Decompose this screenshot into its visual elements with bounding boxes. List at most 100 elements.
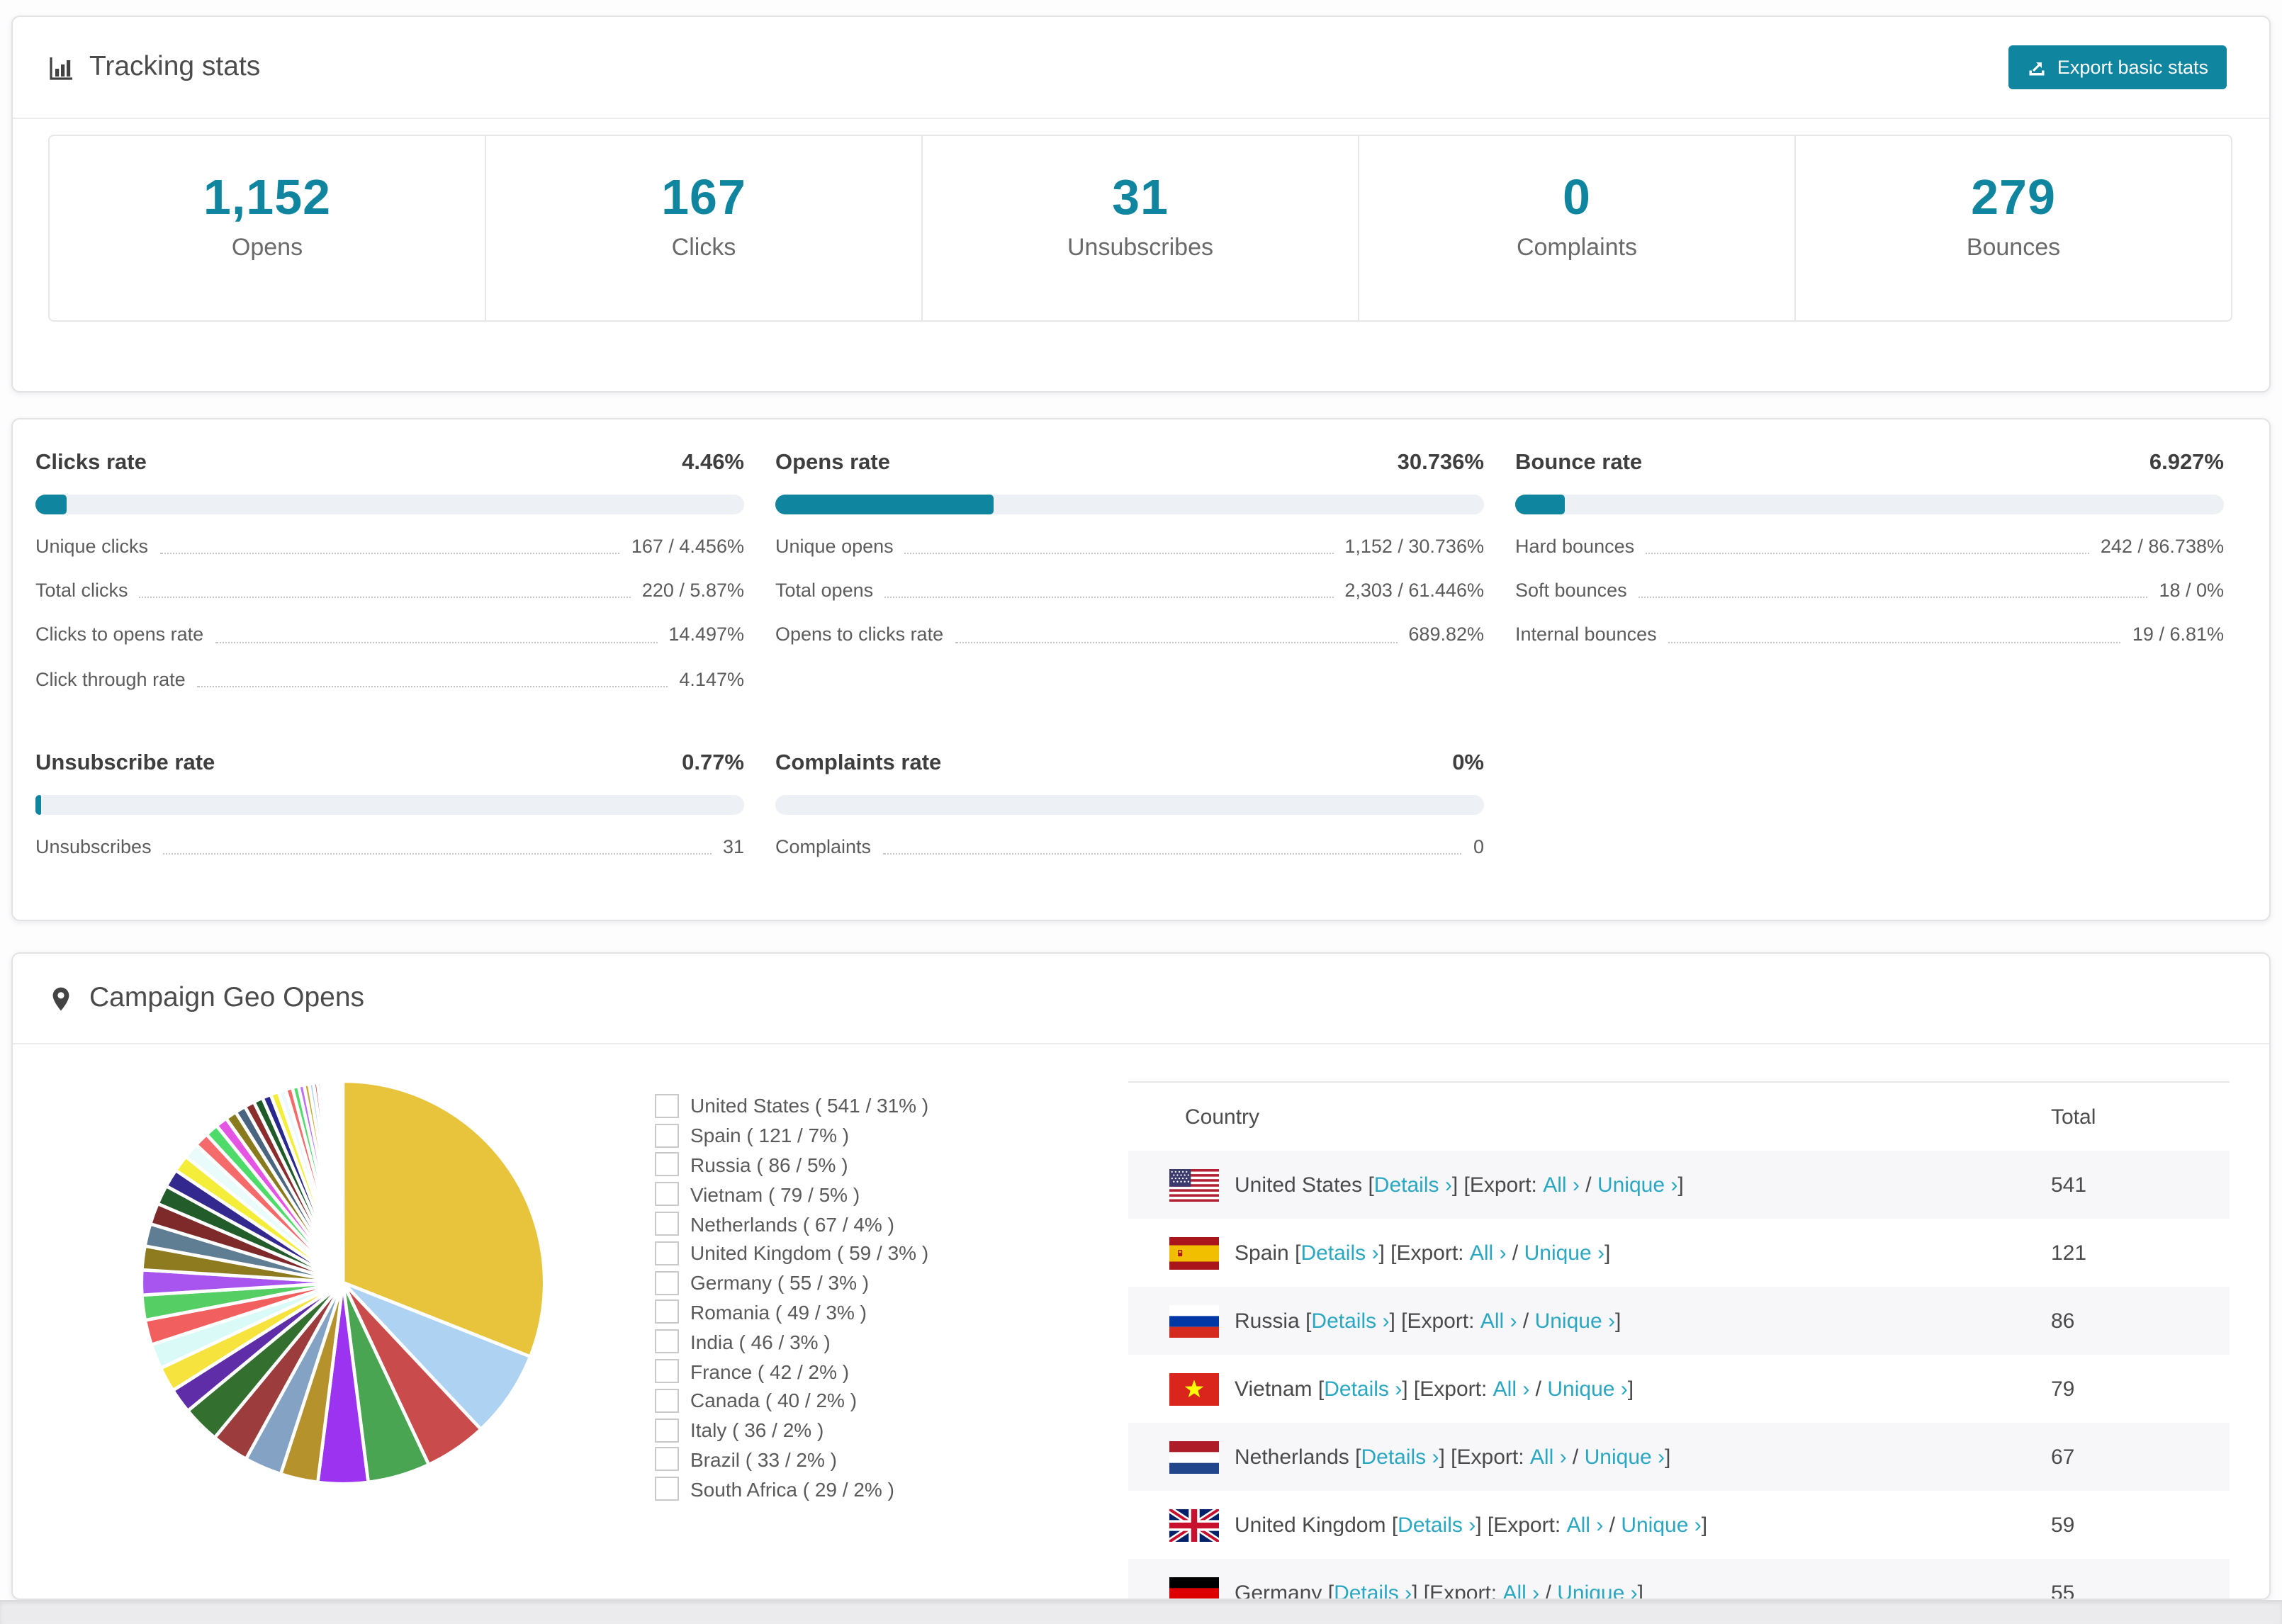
legend-swatch	[655, 1182, 679, 1207]
total-value: 55	[2051, 1581, 2075, 1600]
progress-fill-opens	[775, 495, 994, 514]
geo-legend: United States ( 541 / 31% ) Spain ( 121 …	[655, 1091, 928, 1504]
total-value: 79	[2051, 1377, 2075, 1401]
stat-value-bounces: 279	[1971, 170, 2056, 225]
rate-row-value: 14.497%	[668, 624, 744, 645]
bracket: [	[1317, 1377, 1325, 1401]
country-flag-vn	[1169, 1372, 1219, 1405]
country-name: Spain	[1235, 1241, 1295, 1265]
table-row-vn: Vietnam [Details ›] [Export: All › / Uni…	[1128, 1355, 2230, 1423]
export-all-link[interactable]: All ›	[1493, 1377, 1530, 1401]
details-link[interactable]: Details ›	[1398, 1513, 1476, 1537]
progress-bar-bounce	[1515, 495, 2224, 514]
details-link[interactable]: Details ›	[1334, 1581, 1412, 1598]
rate-row-value: 19 / 6.81%	[2132, 624, 2224, 645]
export-basic-stats-button[interactable]: Export basic stats	[2008, 45, 2227, 89]
rate-title: Bounce rate	[1515, 451, 1643, 475]
legend-swatch	[655, 1359, 679, 1384]
rate-row-value: 18 / 0%	[2159, 580, 2224, 602]
rate-row-value: 0	[1473, 835, 1484, 857]
export-unique-link[interactable]: Unique ›	[1597, 1173, 1677, 1197]
export-unique-link[interactable]: Unique ›	[1621, 1513, 1701, 1537]
total-value: 121	[2051, 1241, 2087, 1265]
slash: /	[1566, 1445, 1585, 1469]
legend-item: Canada ( 40 / 2% )	[655, 1386, 928, 1416]
leader-line	[1668, 641, 2121, 643]
country-flag-us	[1169, 1168, 1219, 1201]
legend-label: Spain ( 121 / 7% )	[690, 1124, 850, 1147]
leader-line	[139, 597, 631, 599]
legend-swatch	[655, 1123, 679, 1148]
rate-percentage: 4.46%	[682, 451, 744, 475]
leader-line	[955, 641, 1398, 643]
geo-table-body: United States [Details ›] [Export: All ›…	[1128, 1151, 2230, 1600]
details-link[interactable]: Details ›	[1311, 1309, 1389, 1333]
export-all-link[interactable]: All ›	[1480, 1309, 1517, 1333]
page-bottom-band	[0, 1600, 2282, 1624]
bracket: ]	[1614, 1309, 1621, 1333]
stat-cell-unsubscribes: 31 Unsubscribes	[923, 136, 1359, 320]
progress-fill-bounce	[1515, 495, 1565, 514]
details-link[interactable]: Details ›	[1300, 1241, 1378, 1265]
rate-row: Complaints 0	[775, 836, 1484, 859]
export-unique-link[interactable]: Unique ›	[1524, 1241, 1604, 1265]
total-column-header: Total	[2051, 1105, 2096, 1129]
details-link[interactable]: Details ›	[1374, 1173, 1452, 1197]
geo-table: Country Total United States [Details ›] …	[1128, 1081, 2230, 1600]
rate-head-opens: Opens rate 30.736%	[775, 451, 1484, 476]
rate-row-value: 689.82%	[1408, 624, 1484, 645]
legend-item: Italy ( 36 / 2% )	[655, 1416, 928, 1445]
bracket: ] [Export:	[1439, 1445, 1530, 1469]
leader-line	[1646, 553, 2089, 555]
country-column-header: Country	[1185, 1105, 1260, 1129]
export-all-link[interactable]: All ›	[1470, 1241, 1507, 1265]
rate-row: Clicks to opens rate 14.497%	[35, 624, 744, 647]
export-all-link[interactable]: All ›	[1503, 1581, 1540, 1598]
total-value: 59	[2051, 1513, 2075, 1537]
rate-row: Opens to clicks rate 689.82%	[775, 624, 1484, 647]
rate-title: Complaints rate	[775, 750, 942, 775]
legend-label: Romania ( 49 / 3% )	[690, 1300, 867, 1324]
stat-label-clicks: Clicks	[671, 233, 736, 260]
stat-value-complaints: 0	[1563, 170, 1591, 225]
rate-row-label: Click through rate	[35, 668, 186, 690]
slash: /	[1506, 1241, 1524, 1265]
header-divider	[13, 118, 2269, 119]
legend-item: Vietnam ( 79 / 5% )	[655, 1180, 928, 1209]
country-cell: Vietnam [Details ›] [Export: All › / Uni…	[1128, 1372, 2051, 1405]
bracket: ]	[1627, 1377, 1634, 1401]
rate-row-label: Hard bounces	[1515, 536, 1635, 557]
export-unique-link[interactable]: Unique ›	[1547, 1377, 1627, 1401]
export-all-link[interactable]: All ›	[1543, 1173, 1580, 1197]
pie-slice-other-43[interactable]	[340, 1079, 345, 1285]
bar-chart-icon	[50, 57, 72, 79]
bracket: [	[1355, 1445, 1361, 1469]
slash: /	[1539, 1581, 1558, 1600]
export-unique-link[interactable]: Unique ›	[1535, 1309, 1615, 1333]
total-value: 86	[2051, 1309, 2075, 1333]
leader-line	[215, 641, 658, 643]
bracket: ] [Export:	[1476, 1513, 1567, 1537]
export-unique-link[interactable]: Unique ›	[1557, 1581, 1637, 1598]
legend-label: Canada ( 40 / 2% )	[690, 1389, 858, 1412]
details-link[interactable]: Details ›	[1324, 1377, 1402, 1401]
legend-swatch	[655, 1477, 679, 1501]
export-all-link[interactable]: All ›	[1567, 1513, 1604, 1537]
table-row-de: Germany [Details ›] [Export: All › / Uni…	[1128, 1559, 2230, 1600]
legend-swatch	[655, 1270, 679, 1295]
rates-card: Clicks rate 4.46% Unique clicks 167 / 4.…	[11, 418, 2271, 921]
rate-block-bounce: Bounce rate 6.927% Hard bounces 242 / 86…	[1515, 451, 2224, 692]
country-name: United States	[1235, 1173, 1368, 1197]
stat-value-unsubscribes: 31	[1112, 170, 1169, 225]
country-flag-es	[1169, 1236, 1219, 1269]
bracket: ]	[1701, 1513, 1708, 1537]
rate-row: Internal bounces 19 / 6.81%	[1515, 624, 2224, 647]
details-link[interactable]: Details ›	[1361, 1445, 1439, 1469]
legend-label: India ( 46 / 3% )	[690, 1330, 831, 1353]
bracket: ] [Export:	[1402, 1377, 1493, 1401]
export-all-link[interactable]: All ›	[1530, 1445, 1567, 1469]
rate-title: Unsubscribe rate	[35, 750, 215, 775]
export-unique-link[interactable]: Unique ›	[1585, 1445, 1665, 1469]
stat-value-clicks: 167	[661, 170, 746, 225]
rate-row: Unsubscribes 31	[35, 836, 744, 859]
